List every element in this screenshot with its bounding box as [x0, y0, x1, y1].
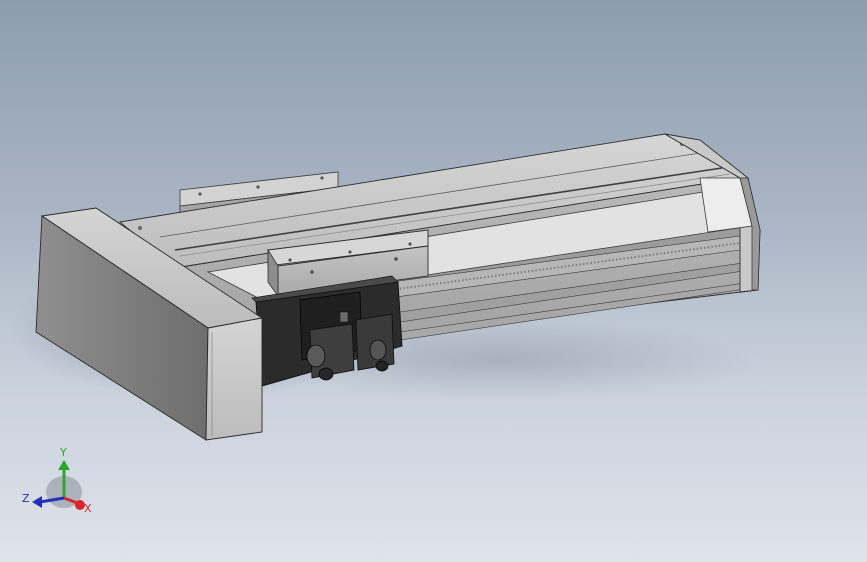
graphics-viewport[interactable]: Y X Z: [0, 0, 867, 562]
z-axis-arrow-icon: [32, 496, 42, 508]
z-axis-label: Z: [22, 492, 30, 505]
cad-model[interactable]: [0, 0, 867, 562]
x-axis-label: X: [84, 502, 92, 515]
y-axis-label: Y: [59, 446, 67, 459]
coordinate-triad[interactable]: Y X Z: [14, 438, 98, 522]
y-axis-arrow-icon: [58, 460, 70, 470]
